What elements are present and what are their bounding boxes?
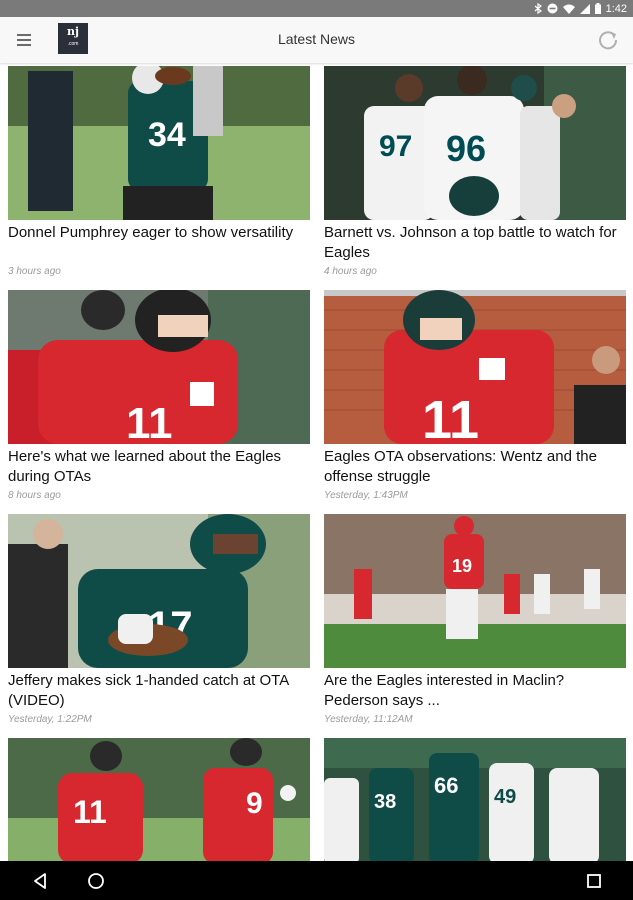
article-timestamp: 4 hours ago [324,266,377,277]
article-headline[interactable]: Eagles OTA observations: Wentz and the o… [324,447,630,487]
svg-text:49: 49 [494,786,516,808]
article-thumbnail[interactable]: 11 [8,290,310,444]
article-headline[interactable]: Jeffery makes sick 1-handed catch at OTA… [8,671,314,711]
svg-text:19: 19 [452,556,472,576]
do-not-disturb-icon [547,3,558,14]
article-timestamp: Yesterday, 1:43PM [324,490,408,501]
article-headline[interactable]: Barnett vs. Johnson a top battle to watc… [324,223,630,263]
bluetooth-icon [534,3,542,14]
svg-text:96: 96 [446,128,486,169]
status-bar: 1:42 [0,0,633,17]
svg-text:11: 11 [422,390,479,444]
article-timestamp: Yesterday, 1:22PM [8,714,92,725]
article-headline[interactable]: Are the Eagles interested in Maclin? Ped… [324,671,630,711]
article-thumbnail[interactable]: 38 66 49 [324,738,626,864]
svg-text:66: 66 [434,773,458,798]
system-nav-bar [0,861,633,900]
article-thumbnail[interactable]: 97 96 [324,66,626,220]
page-title: Latest News [277,31,356,47]
article-timestamp: Yesterday, 11:12AM [324,714,413,725]
recents-square-icon[interactable] [583,870,605,892]
svg-text:38: 38 [374,791,396,813]
svg-text:11: 11 [73,794,107,830]
status-icons: 1:42 [534,1,627,16]
signal-icon [579,3,590,14]
svg-text:9: 9 [246,787,263,820]
battery-icon [594,3,601,14]
article-timestamp: 3 hours ago [8,266,61,277]
home-circle-icon[interactable] [85,870,107,892]
article-headline[interactable]: Donnel Pumphrey eager to show versatilit… [8,223,314,243]
status-time: 1:42 [605,2,627,15]
svg-text:97: 97 [379,130,412,163]
article-headline[interactable]: Here's what we learned about the Eagles … [8,447,314,487]
article-timestamp: 8 hours ago [8,490,61,501]
back-triangle-icon[interactable] [29,870,51,892]
article-thumbnail[interactable]: 11 [324,290,626,444]
article-thumbnail[interactable]: 11 9 [8,738,310,864]
svg-text:11: 11 [126,399,173,444]
wifi-icon [562,4,575,14]
svg-text:34: 34 [148,116,186,154]
article-thumbnail[interactable]: 34 [8,66,310,220]
app-bar: nj .com Latest News [0,17,633,63]
refresh-icon[interactable] [597,29,619,51]
article-thumbnail[interactable]: 19 [324,514,626,668]
article-thumbnail[interactable]: 17 [8,514,310,668]
